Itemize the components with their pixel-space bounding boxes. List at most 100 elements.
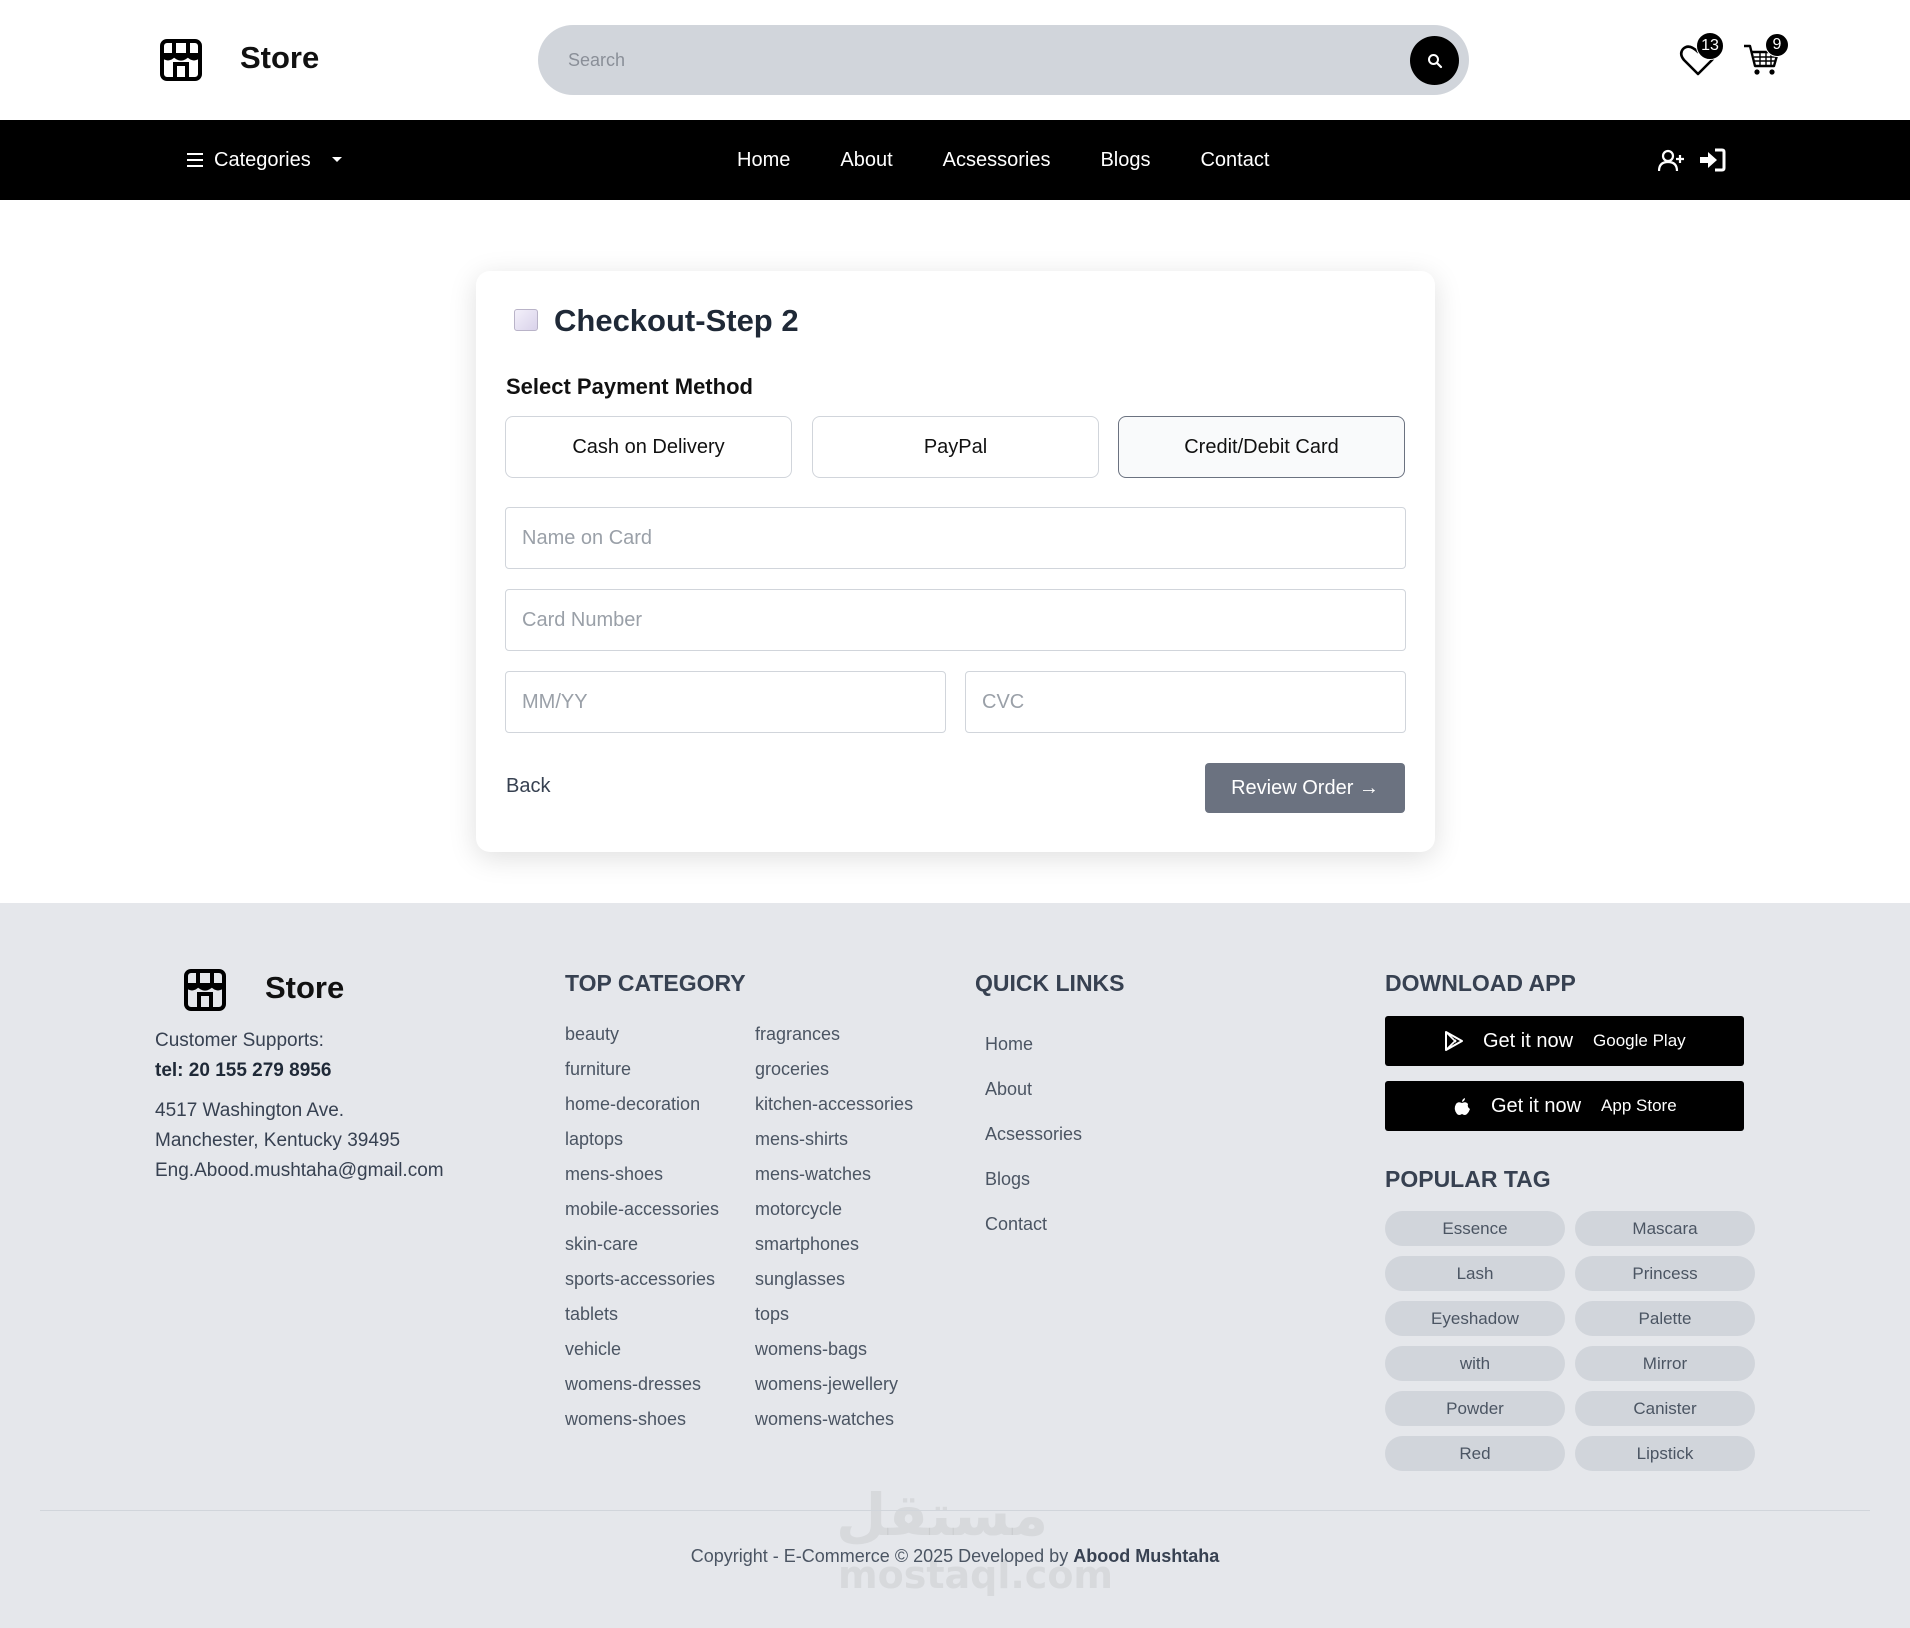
tag-pill[interactable]: Lash — [1385, 1256, 1565, 1291]
tag-pill[interactable]: Essence — [1385, 1211, 1565, 1246]
sign-in-icon[interactable] — [1698, 148, 1726, 172]
app-store-button[interactable]: Get it now App Store — [1385, 1081, 1744, 1131]
checkout-title: Checkout-Step 2 — [554, 303, 799, 338]
category-link[interactable]: groceries — [755, 1059, 829, 1080]
search-input[interactable] — [568, 25, 1368, 95]
top-category-heading: TOP CATEGORY — [565, 970, 746, 996]
google-play-icon — [1445, 1031, 1463, 1051]
category-link[interactable]: mobile-accessories — [565, 1199, 719, 1220]
tag-pill[interactable]: Princess — [1575, 1256, 1755, 1291]
site-footer: مستقل mostaql.com Store Customer Support… — [0, 903, 1910, 1628]
site-header: Store 13 9 — [0, 0, 1910, 120]
cash-on-delivery-button[interactable]: Cash on Delivery — [505, 416, 792, 478]
paypal-button[interactable]: PayPal — [812, 416, 1099, 478]
category-link[interactable]: mens-shoes — [565, 1164, 663, 1185]
category-link[interactable]: womens-bags — [755, 1339, 867, 1360]
footer-brand-name[interactable]: Store — [265, 970, 344, 1006]
nav-blogs[interactable]: Blogs — [1100, 149, 1150, 172]
tag-pill[interactable]: Palette — [1575, 1301, 1755, 1336]
quick-link-accessories[interactable]: Acsessories — [985, 1124, 1082, 1145]
footer-divider — [40, 1510, 1870, 1511]
app-store-cta: Get it now — [1491, 1094, 1582, 1117]
category-link[interactable]: fragrances — [755, 1024, 840, 1045]
category-link[interactable]: smartphones — [755, 1234, 859, 1255]
category-link[interactable]: tablets — [565, 1304, 618, 1325]
payment-method-label: Select Payment Method — [506, 374, 753, 399]
category-link[interactable]: womens-jewellery — [755, 1374, 898, 1395]
category-link[interactable]: skin-care — [565, 1234, 638, 1255]
address-line-2: Manchester, Kentucky 39495 — [155, 1130, 401, 1151]
category-link[interactable]: motorcycle — [755, 1199, 842, 1220]
category-link[interactable]: sunglasses — [755, 1269, 845, 1290]
brand-name[interactable]: Store — [240, 40, 319, 76]
category-link[interactable]: furniture — [565, 1059, 631, 1080]
google-play-store: Google Play — [1593, 1031, 1686, 1050]
tag-pill[interactable]: Red — [1385, 1436, 1565, 1471]
category-link[interactable]: beauty — [565, 1024, 619, 1045]
support-email[interactable]: Eng.Abood.mushtaha@gmail.com — [155, 1160, 444, 1182]
checkout-card: Checkout-Step 2 Select Payment Method Ca… — [476, 271, 1435, 852]
review-order-button[interactable]: Review Order → — [1205, 763, 1405, 813]
address-line-1: 4517 Washington Ave. — [155, 1100, 345, 1121]
card-number-field[interactable] — [505, 589, 1406, 651]
back-link[interactable]: Back — [506, 775, 550, 798]
menu-icon — [187, 153, 203, 167]
category-link[interactable]: kitchen-accessories — [755, 1094, 913, 1115]
categories-label: Categories — [214, 148, 311, 171]
apple-icon — [1454, 1098, 1470, 1115]
google-play-button[interactable]: Get it now Google Play — [1385, 1016, 1744, 1066]
tag-pill[interactable]: Canister — [1575, 1391, 1755, 1426]
store-icon[interactable] — [183, 968, 227, 1012]
quick-link-home[interactable]: Home — [985, 1034, 1033, 1055]
name-on-card-field[interactable] — [505, 507, 1406, 569]
tag-pill[interactable]: Powder — [1385, 1391, 1565, 1426]
nav-accessories[interactable]: Acsessories — [943, 149, 1051, 172]
category-link[interactable]: womens-dresses — [565, 1374, 701, 1395]
category-link[interactable]: laptops — [565, 1129, 623, 1150]
category-link[interactable]: home-decoration — [565, 1094, 700, 1115]
copyright: Copyright - E-Commerce © 2025 Developed … — [0, 1546, 1910, 1567]
search-icon — [1427, 53, 1442, 68]
search-button[interactable] — [1410, 36, 1459, 85]
nav-contact[interactable]: Contact — [1200, 149, 1269, 172]
cvc-field[interactable] — [965, 671, 1406, 733]
user-plus-icon[interactable] — [1658, 149, 1684, 173]
category-link[interactable]: vehicle — [565, 1339, 621, 1360]
popular-tag-heading: POPULAR TAG — [1385, 1166, 1551, 1192]
category-link[interactable]: mens-watches — [755, 1164, 871, 1185]
categories-dropdown[interactable]: Categories — [186, 120, 347, 200]
card-icon — [514, 309, 538, 331]
watermark-arabic: مستقل — [836, 1481, 1049, 1549]
main-nav: Categories Home About Acsessories Blogs … — [0, 120, 1910, 200]
category-link[interactable]: tops — [755, 1304, 789, 1325]
quick-link-blogs[interactable]: Blogs — [985, 1169, 1030, 1190]
tag-pill[interactable]: Mirror — [1575, 1346, 1755, 1381]
quick-link-about[interactable]: About — [985, 1079, 1032, 1100]
quick-links-heading: QUICK LINKS — [975, 970, 1125, 996]
category-link[interactable]: womens-shoes — [565, 1409, 686, 1430]
credit-card-button[interactable]: Credit/Debit Card — [1118, 416, 1405, 478]
tag-pill[interactable]: Mascara — [1575, 1211, 1755, 1246]
tag-pill[interactable]: with — [1385, 1346, 1565, 1381]
cart-count-badge: 9 — [1765, 33, 1789, 57]
nav-links: Home About Acsessories Blogs Contact — [737, 120, 1269, 200]
tag-pill[interactable]: Eyeshadow — [1385, 1301, 1565, 1336]
nav-about[interactable]: About — [840, 149, 892, 172]
app-store-store: App Store — [1601, 1096, 1677, 1115]
quick-link-contact[interactable]: Contact — [985, 1214, 1047, 1235]
nav-home[interactable]: Home — [737, 149, 790, 172]
developer-name[interactable]: Abood Mushtaha — [1073, 1546, 1219, 1566]
support-label: Customer Supports: — [155, 1030, 324, 1051]
wishlist-count-badge: 13 — [1696, 32, 1724, 60]
support-phone[interactable]: tel: 20 155 279 8956 — [155, 1060, 331, 1082]
category-link[interactable]: womens-watches — [755, 1409, 894, 1430]
search-bar — [538, 25, 1469, 95]
category-link[interactable]: mens-shirts — [755, 1129, 848, 1150]
tag-pill[interactable]: Lipstick — [1575, 1436, 1755, 1471]
google-play-cta: Get it now — [1483, 1029, 1574, 1052]
category-link[interactable]: sports-accessories — [565, 1269, 715, 1290]
download-app-heading: DOWNLOAD APP — [1385, 970, 1576, 996]
expiry-field[interactable] — [505, 671, 946, 733]
caret-down-icon — [331, 157, 342, 162]
store-icon[interactable] — [159, 38, 203, 82]
